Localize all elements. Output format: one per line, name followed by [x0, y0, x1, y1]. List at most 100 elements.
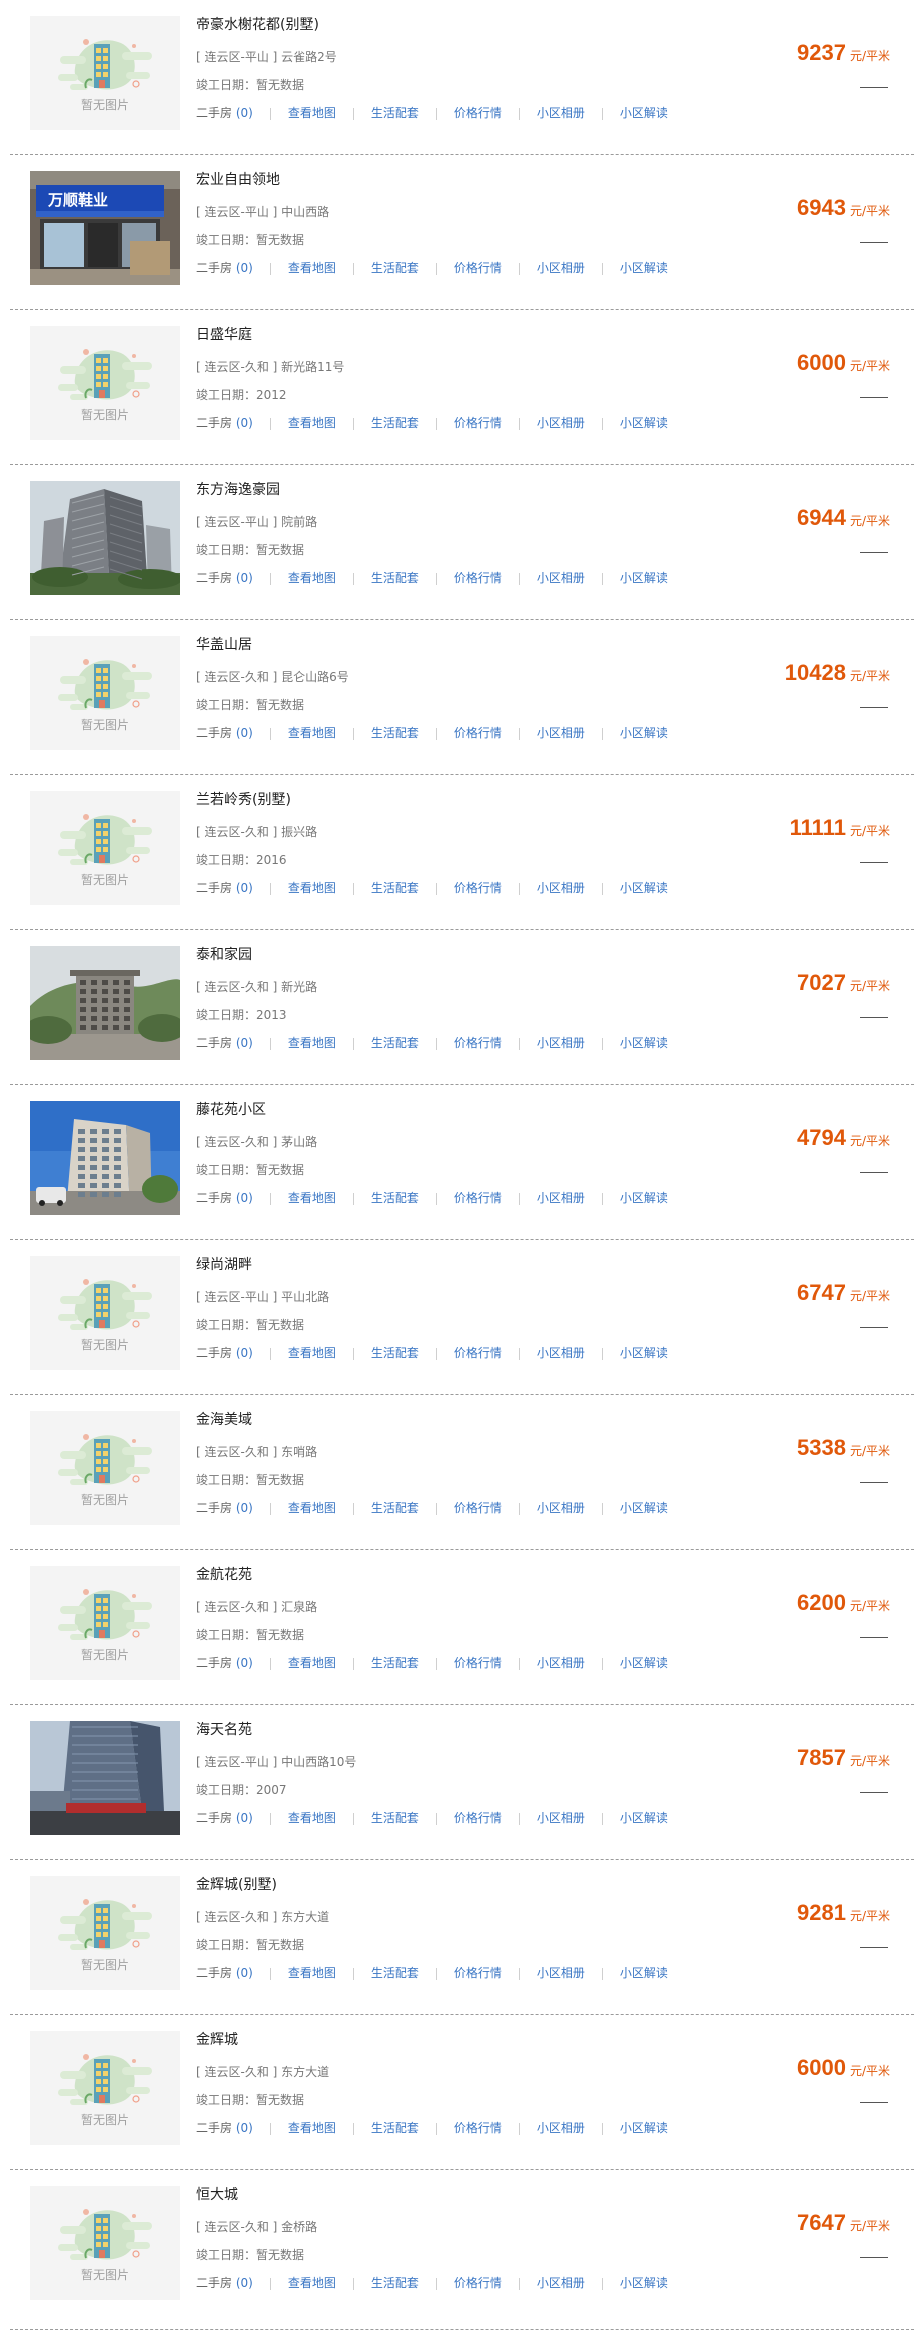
facilities-link[interactable]: 生活配套: [371, 1501, 419, 1515]
price-market-link[interactable]: 价格行情: [454, 1966, 502, 1980]
album-link[interactable]: 小区相册: [537, 1191, 585, 1205]
community-name-link[interactable]: 恒大城: [196, 2184, 238, 2204]
view-map-link[interactable]: 查看地图: [288, 1191, 336, 1205]
price-market-link[interactable]: 价格行情: [454, 1191, 502, 1205]
community-name-link[interactable]: 绿尚湖畔: [196, 1254, 252, 1274]
album-link[interactable]: 小区相册: [537, 726, 585, 740]
price-market-link[interactable]: 价格行情: [454, 1036, 502, 1050]
secondhand-count-link[interactable]: (0): [236, 2276, 253, 2290]
price-market-link[interactable]: 价格行情: [454, 2121, 502, 2135]
secondhand-count-link[interactable]: (0): [236, 1036, 253, 1050]
facilities-link[interactable]: 生活配套: [371, 1036, 419, 1050]
view-map-link[interactable]: 查看地图: [288, 571, 336, 585]
price-market-link[interactable]: 价格行情: [454, 571, 502, 585]
analysis-link[interactable]: 小区解读: [620, 106, 668, 120]
analysis-link[interactable]: 小区解读: [620, 1966, 668, 1980]
price-market-link[interactable]: 价格行情: [454, 726, 502, 740]
secondhand-count-link[interactable]: (0): [236, 1191, 253, 1205]
album-link[interactable]: 小区相册: [537, 1346, 585, 1360]
facilities-link[interactable]: 生活配套: [371, 1966, 419, 1980]
community-thumbnail[interactable]: [30, 1721, 180, 1835]
album-link[interactable]: 小区相册: [537, 1811, 585, 1825]
secondhand-count-link[interactable]: (0): [236, 106, 253, 120]
price-market-link[interactable]: 价格行情: [454, 1811, 502, 1825]
album-link[interactable]: 小区相册: [537, 2121, 585, 2135]
view-map-link[interactable]: 查看地图: [288, 1501, 336, 1515]
secondhand-count-link[interactable]: (0): [236, 2121, 253, 2135]
price-market-link[interactable]: 价格行情: [454, 881, 502, 895]
community-name-link[interactable]: 帝豪水榭花都(别墅): [196, 14, 319, 34]
analysis-link[interactable]: 小区解读: [620, 726, 668, 740]
analysis-link[interactable]: 小区解读: [620, 571, 668, 585]
analysis-link[interactable]: 小区解读: [620, 1656, 668, 1670]
facilities-link[interactable]: 生活配套: [371, 1811, 419, 1825]
price-market-link[interactable]: 价格行情: [454, 416, 502, 430]
community-name-link[interactable]: 日盛华庭: [196, 324, 252, 344]
secondhand-count-link[interactable]: (0): [236, 416, 253, 430]
album-link[interactable]: 小区相册: [537, 881, 585, 895]
price-market-link[interactable]: 价格行情: [454, 2276, 502, 2290]
community-name-link[interactable]: 东方海逸豪园: [196, 479, 280, 499]
community-thumbnail[interactable]: 暂无图片: [30, 1876, 180, 1990]
facilities-link[interactable]: 生活配套: [371, 416, 419, 430]
view-map-link[interactable]: 查看地图: [288, 416, 336, 430]
album-link[interactable]: 小区相册: [537, 1966, 585, 1980]
community-name-link[interactable]: 藤花苑小区: [196, 1099, 266, 1119]
community-thumbnail[interactable]: [30, 481, 180, 595]
analysis-link[interactable]: 小区解读: [620, 1036, 668, 1050]
community-name-link[interactable]: 金海美域: [196, 1409, 252, 1429]
view-map-link[interactable]: 查看地图: [288, 1811, 336, 1825]
secondhand-count-link[interactable]: (0): [236, 1811, 253, 1825]
community-thumbnail[interactable]: 暂无图片: [30, 791, 180, 905]
view-map-link[interactable]: 查看地图: [288, 2276, 336, 2290]
community-thumbnail[interactable]: 暂无图片: [30, 16, 180, 130]
secondhand-count-link[interactable]: (0): [236, 726, 253, 740]
album-link[interactable]: 小区相册: [537, 106, 585, 120]
community-name-link[interactable]: 金辉城(别墅): [196, 1874, 277, 1894]
community-thumbnail[interactable]: 暂无图片: [30, 326, 180, 440]
facilities-link[interactable]: 生活配套: [371, 1656, 419, 1670]
community-thumbnail[interactable]: 暂无图片: [30, 2031, 180, 2145]
price-market-link[interactable]: 价格行情: [454, 1656, 502, 1670]
secondhand-count-link[interactable]: (0): [236, 261, 253, 275]
facilities-link[interactable]: 生活配套: [371, 1191, 419, 1205]
community-name-link[interactable]: 兰若岭秀(别墅): [196, 789, 291, 809]
analysis-link[interactable]: 小区解读: [620, 261, 668, 275]
analysis-link[interactable]: 小区解读: [620, 1191, 668, 1205]
album-link[interactable]: 小区相册: [537, 1656, 585, 1670]
community-thumbnail[interactable]: [30, 946, 180, 1060]
community-thumbnail[interactable]: 暂无图片: [30, 2186, 180, 2300]
facilities-link[interactable]: 生活配套: [371, 2276, 419, 2290]
view-map-link[interactable]: 查看地图: [288, 1346, 336, 1360]
view-map-link[interactable]: 查看地图: [288, 726, 336, 740]
view-map-link[interactable]: 查看地图: [288, 2121, 336, 2135]
community-thumbnail[interactable]: [30, 1101, 180, 1215]
analysis-link[interactable]: 小区解读: [620, 2276, 668, 2290]
community-thumbnail[interactable]: 暂无图片: [30, 1411, 180, 1525]
community-name-link[interactable]: 金航花苑: [196, 1564, 252, 1584]
secondhand-count-link[interactable]: (0): [236, 1966, 253, 1980]
analysis-link[interactable]: 小区解读: [620, 1501, 668, 1515]
view-map-link[interactable]: 查看地图: [288, 1036, 336, 1050]
view-map-link[interactable]: 查看地图: [288, 261, 336, 275]
album-link[interactable]: 小区相册: [537, 1501, 585, 1515]
album-link[interactable]: 小区相册: [537, 1036, 585, 1050]
analysis-link[interactable]: 小区解读: [620, 1346, 668, 1360]
community-thumbnail[interactable]: 暂无图片: [30, 1256, 180, 1370]
secondhand-count-link[interactable]: (0): [236, 571, 253, 585]
analysis-link[interactable]: 小区解读: [620, 881, 668, 895]
analysis-link[interactable]: 小区解读: [620, 2121, 668, 2135]
secondhand-count-link[interactable]: (0): [236, 1346, 253, 1360]
price-market-link[interactable]: 价格行情: [454, 1501, 502, 1515]
community-thumbnail[interactable]: 暂无图片: [30, 636, 180, 750]
album-link[interactable]: 小区相册: [537, 571, 585, 585]
album-link[interactable]: 小区相册: [537, 2276, 585, 2290]
community-name-link[interactable]: 金辉城: [196, 2029, 238, 2049]
secondhand-count-link[interactable]: (0): [236, 1501, 253, 1515]
facilities-link[interactable]: 生活配套: [371, 1346, 419, 1360]
album-link[interactable]: 小区相册: [537, 261, 585, 275]
community-name-link[interactable]: 宏业自由领地: [196, 169, 280, 189]
price-market-link[interactable]: 价格行情: [454, 106, 502, 120]
price-market-link[interactable]: 价格行情: [454, 1346, 502, 1360]
secondhand-count-link[interactable]: (0): [236, 1656, 253, 1670]
